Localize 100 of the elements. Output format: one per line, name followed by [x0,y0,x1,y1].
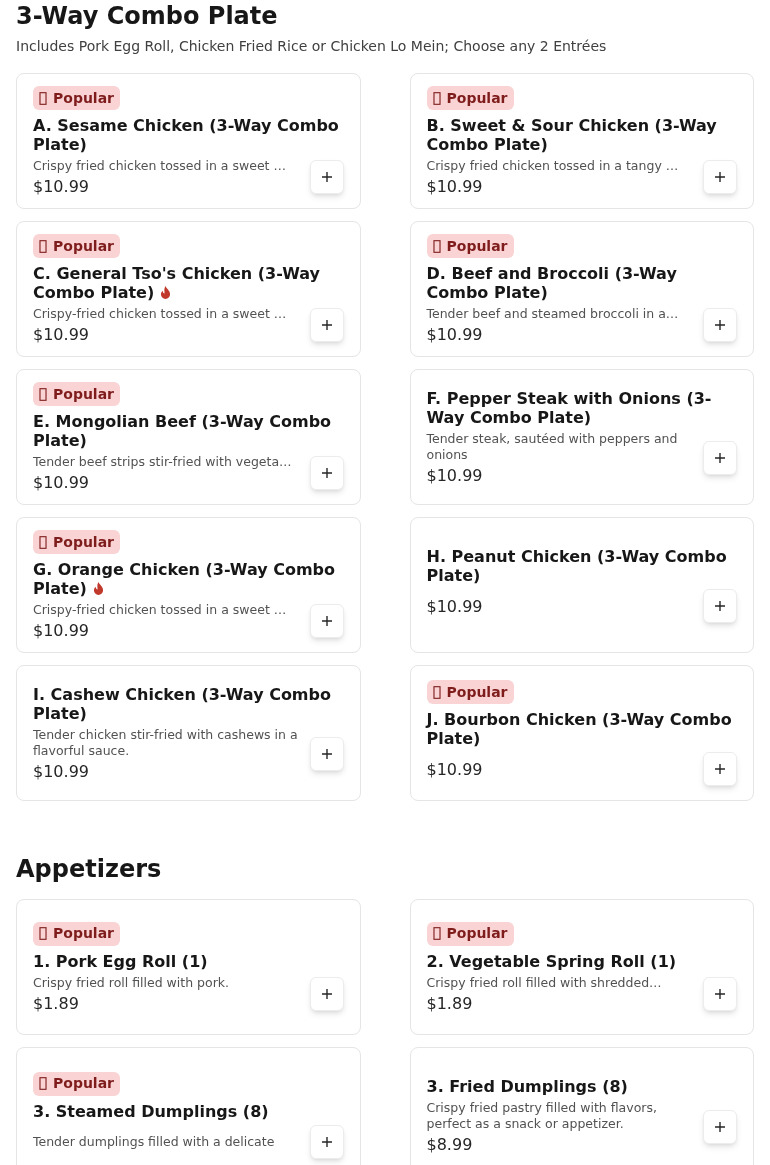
box-icon [39,535,47,549]
popular-badge: Popular [33,530,121,554]
plus-icon [320,171,333,183]
plus-icon [320,987,333,1000]
item-title: C. General Tso's Chicken (3-Way Combo Plate) [33,264,321,302]
popular-badge: Popular [426,86,514,110]
popular-badge: Popular [33,382,121,406]
add-button[interactable] [309,160,344,194]
add-button[interactable] [309,604,344,638]
plus-icon [320,615,333,627]
item-price: $10.99 [33,177,90,196]
plus-icon [714,452,726,464]
item-price: $10.99 [426,325,484,344]
item-description: Crispy fried chicken tossed in a sweet … [33,158,287,174]
popular-badge: Popular [33,921,121,946]
add-button[interactable] [703,589,737,623]
item-description: Crispy-fried chicken tossed in a sweet … [33,306,288,322]
menu-item-card[interactable]: Popular A. Sesame Chicken (3-Way Combo Plate) Crispy fried chicken tossed in a sweet … $10.99 [16,73,361,209]
add-button[interactable] [703,160,737,194]
plus-icon [320,748,333,760]
item-title: D. Beef and Broccoli (3-Way Combo Plate) [426,264,678,302]
item-description: Tender beef strips stir-fried with vegeta… [33,454,293,470]
popular-badge: Popular [426,234,514,258]
menu-item-card[interactable]: Popular C. General Tso's Chicken (3-Way Combo Plate) Crispy-fried chicken tossed in a sweet … $10.99 [16,221,361,357]
item-title: A. Sesame Chicken (3-Way Combo Plate) [33,116,340,154]
item-title: F. Pepper Steak with Onions (3-Way Combo Plate) [426,389,713,427]
box-icon [39,91,47,105]
popular-badge: Popular [33,1071,121,1096]
add-button[interactable] [309,1124,344,1159]
item-price: $10.99 [426,596,484,616]
item-price: $8.99 [426,1134,474,1154]
item-price: $10.99 [33,325,90,344]
item-price: $10.99 [426,466,484,485]
box-icon [432,927,441,940]
menu-item-card[interactable]: I. Cashew Chicken (3-Way Combo Plate) Tender chicken stir-fried with cashews in a flavorful sauce. $10.99 [16,665,361,801]
item-title: 3. Fried Dumplings (8) [426,1076,629,1096]
menu-item-card[interactable]: Popular E. Mongolian Beef (3-Way Combo Plate) Tender beef strips stir-fried with vegeta… $10.99 [16,369,361,505]
plus-icon [714,987,726,1000]
menu-item-card[interactable]: Popular 2. Vegetable Spring Roll (1) Crispy fried roll filled with shredded… $1.89 [409,899,754,1035]
add-button[interactable] [309,737,344,771]
item-price: $1.89 [426,993,474,1013]
box-icon [39,387,47,401]
section-title: 3-Way Combo Plate [16,2,279,30]
box-icon [432,239,441,253]
item-description: Crispy fried roll filled with pork. [33,974,231,991]
menu-item-card[interactable]: F. Pepper Steak with Onions (3-Way Combo Plate) Tender steak, sautéed with peppers and onions $10.99 [409,369,754,505]
item-title: 1. Pork Egg Roll (1) [33,951,209,971]
item-title: B. Sweet & Sour Chicken (3-Way Combo Plate) [426,116,718,154]
item-title: H. Peanut Chicken (3-Way Combo Plate) [426,547,728,585]
item-description: Crispy-fried chicken tossed in a sweet … [33,602,288,618]
item-description: Crispy fried chicken tossed in a tangy … [426,158,680,174]
menu-item-card[interactable]: Popular B. Sweet & Sour Chicken (3-Way Combo Plate) Crispy fried chicken tossed in a tangy … $10.99 [409,73,754,209]
menu-item-card[interactable]: Popular D. Beef and Broccoli (3-Way Combo Plate) Tender beef and steamed broccoli in a… $10.99 [409,221,754,357]
menu-item-card[interactable]: Popular 1. Pork Egg Roll (1) Crispy fried roll filled with pork. $1.89 [16,899,361,1035]
item-description: Tender steak, sautéed with peppers and onions [426,431,679,463]
add-button[interactable] [703,976,737,1011]
menu-item-card[interactable]: H. Peanut Chicken (3-Way Combo Plate) $10.99 [409,517,754,653]
menu-item-card[interactable]: Popular J. Bourbon Chicken (3-Way Combo Plate) $10.99 [409,665,754,801]
item-price: $10.99 [426,759,484,779]
item-title: E. Mongolian Beef (3-Way Combo Plate) [33,412,333,450]
add-button[interactable] [703,752,737,786]
plus-icon [714,171,726,183]
add-button[interactable] [703,308,737,342]
add-button[interactable] [703,1109,737,1144]
item-description: Tender dumplings filled with a delicate [33,1133,276,1150]
item-description: Crispy fried pastry filled with flavors, perfect as a snack or appetizer. [426,1099,658,1132]
menu-item-card[interactable]: Popular 3. Steamed Dumplings (8) Tender dumplings filled with a delicate [16,1047,361,1165]
item-price: $10.99 [33,621,90,640]
box-icon [39,239,47,253]
plus-icon [714,763,726,775]
box-icon [432,91,441,105]
item-price: $10.99 [33,762,90,781]
item-title: J. Bourbon Chicken (3-Way Combo Plate) [426,710,733,748]
add-button[interactable] [309,456,344,490]
plus-icon [714,319,726,331]
item-price: $10.99 [426,177,484,196]
item-title: G. Orange Chicken (3-Way Combo Plate) [33,560,337,598]
box-icon [432,685,441,699]
box-icon [39,1077,47,1090]
item-description: Tender beef and steamed broccoli in a… [426,306,680,322]
add-button[interactable] [309,308,344,342]
item-description: Crispy fried roll filled with shredded… [426,974,663,991]
plus-icon [320,1135,333,1148]
add-button[interactable] [703,441,737,475]
add-button[interactable] [309,976,344,1011]
plus-icon [320,467,333,479]
flame-icon [92,582,104,595]
menu-item-card[interactable]: Popular G. Orange Chicken (3-Way Combo Plate) Crispy-fried chicken tossed in a sweet … $10.99 [16,517,361,653]
item-price: $10.99 [33,473,90,492]
popular-badge: Popular [426,921,514,946]
plus-icon [714,600,726,612]
popular-badge: Popular [426,680,514,704]
plus-icon [714,1120,726,1133]
menu-item-card[interactable]: 3. Fried Dumplings (8) Crispy fried pastry filled with flavors, perfect as a snack or appetizer. $8.99 [409,1047,754,1165]
item-title: I. Cashew Chicken (3-Way Combo Plate) [33,685,332,723]
section-subtitle: Includes Pork Egg Roll, Chicken Fried Rice or Chicken Lo Mein; Choose any 2 Entrées [16,37,608,56]
popular-badge: Popular [33,86,121,110]
box-icon [39,927,47,940]
flame-icon [160,286,172,299]
popular-badge: Popular [33,234,121,258]
